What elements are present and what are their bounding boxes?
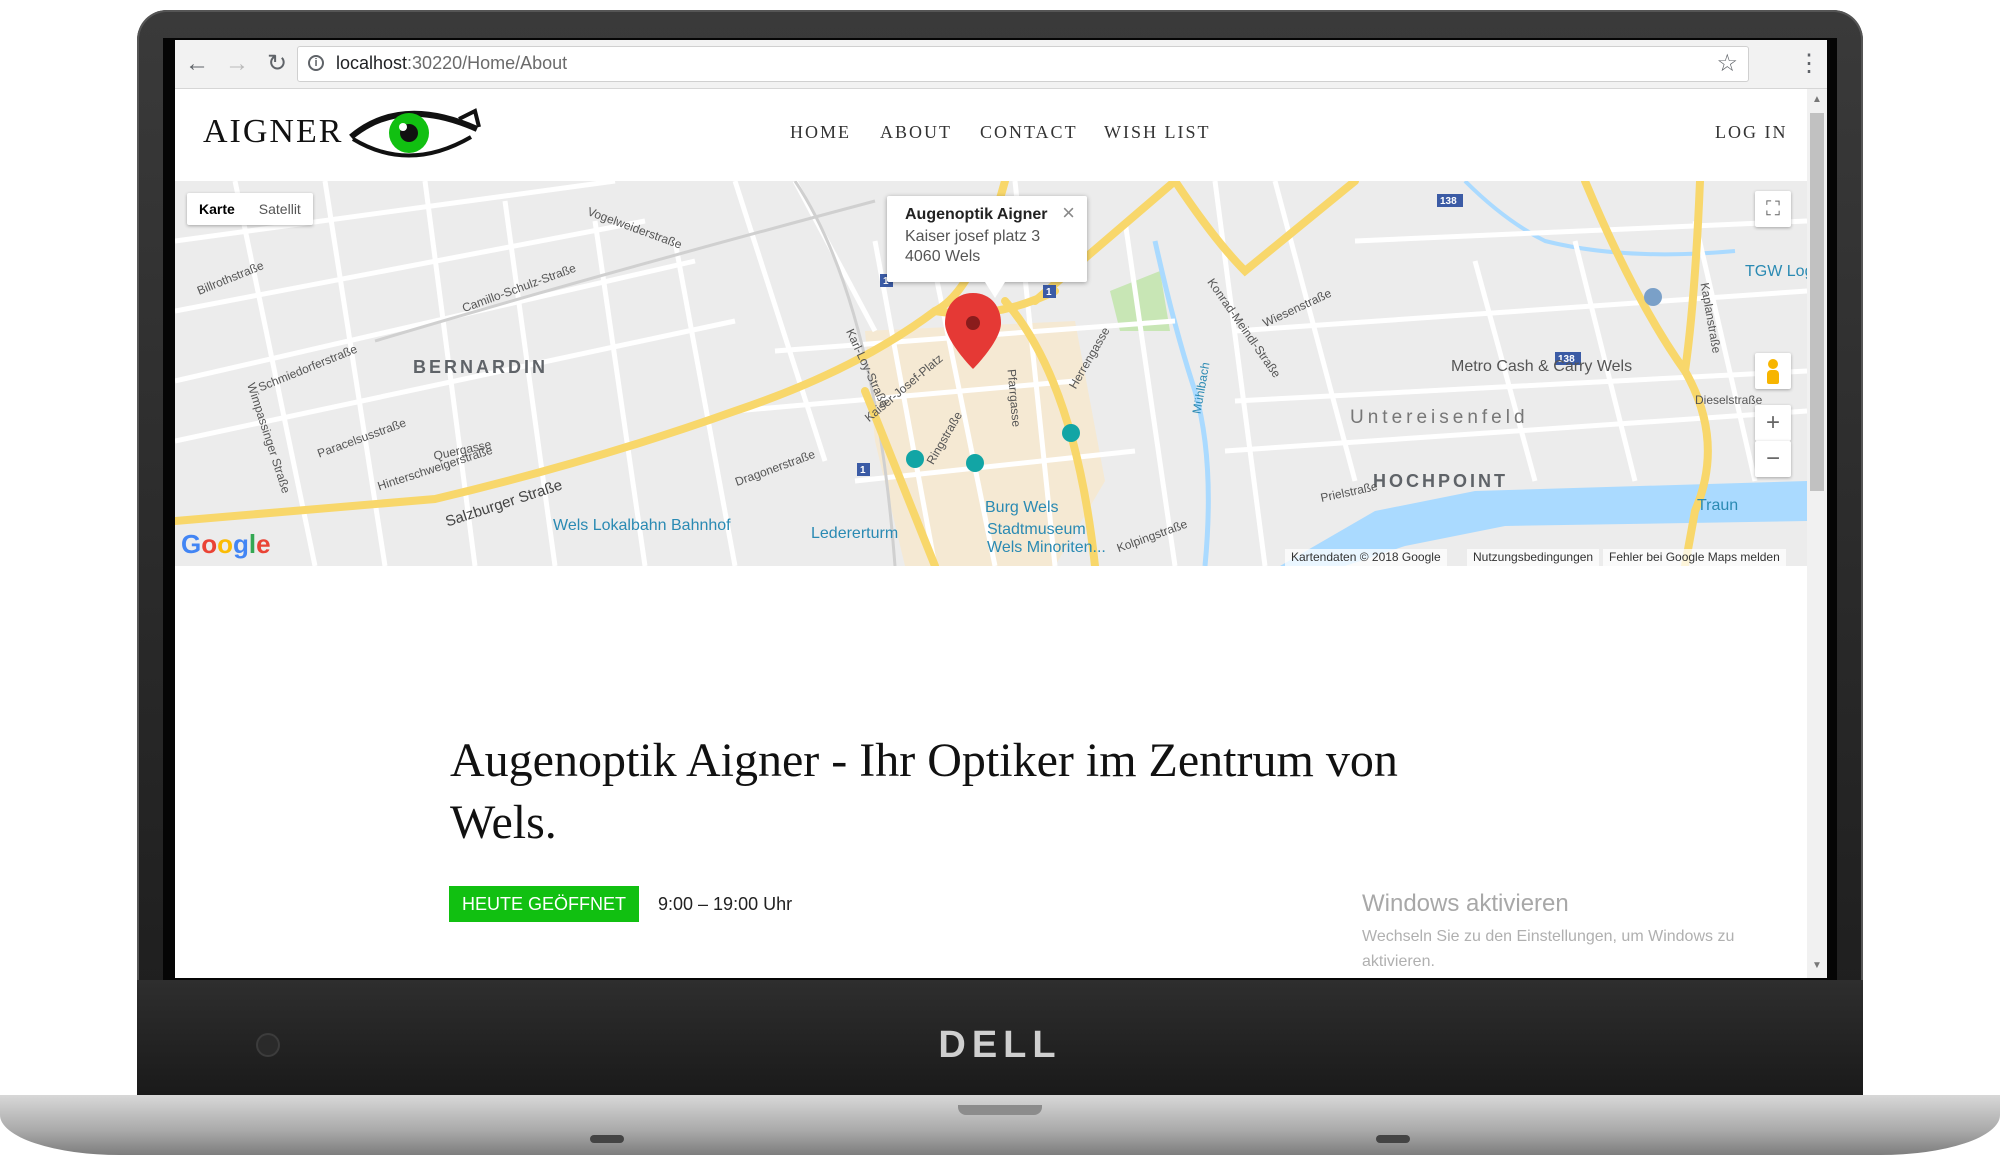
laptop-notch <box>958 1105 1042 1115</box>
logo-text[interactable]: AIGNER <box>203 113 343 151</box>
scroll-thumb[interactable] <box>1810 113 1824 491</box>
opening-hours: 9:00 – 19:00 Uhr <box>658 894 793 914</box>
zoom-out-button[interactable]: − <box>1755 441 1791 477</box>
google-map[interactable]: 1 1 1 138 138 Karte Satellit BERNARDIN U… <box>175 181 1807 566</box>
fullscreen-icon[interactable]: ⛶ <box>1755 191 1791 227</box>
scroll-up-icon[interactable]: ▲ <box>1810 93 1824 107</box>
poi-icon <box>1062 424 1080 442</box>
map-type-karte[interactable]: Karte <box>187 193 247 225</box>
bookmark-star-icon[interactable]: ☆ <box>1716 49 1738 78</box>
page-headline: Augenoptik Aigner - Ihr Optiker im Zentr… <box>450 734 1398 849</box>
windows-activation-subtitle: Wechseln Sie zu den Einstellungen, um Wi… <box>1362 928 1735 970</box>
map-type-control: Karte Satellit <box>187 193 313 225</box>
poi-icon <box>1644 288 1662 306</box>
reload-icon[interactable]: ↻ <box>259 46 295 82</box>
back-icon[interactable]: ← <box>179 46 215 82</box>
river-label: Traun <box>1697 497 1739 514</box>
road-badge: 1 <box>860 465 866 476</box>
poi-label[interactable]: Wels Lokalbahn Bahnhof <box>553 517 731 535</box>
zoom-in-button[interactable]: + <box>1755 405 1791 441</box>
poi-label[interactable]: TGW Logi <box>1745 263 1807 281</box>
district-label: Untereisenfeld <box>1350 407 1529 428</box>
map-attribution: Kartendaten © 2018 Google <box>1285 549 1447 566</box>
nav-about[interactable]: ABOUT <box>880 122 952 143</box>
terms-link[interactable]: Nutzungsbedingungen <box>1467 549 1600 566</box>
nav-wish-list[interactable]: WISH LIST <box>1104 122 1211 143</box>
login-link[interactable]: LOG IN <box>1715 122 1788 143</box>
poi-icon <box>966 454 984 472</box>
url-host: localhost <box>336 53 408 73</box>
url-path: :30220/Home/About <box>407 53 568 73</box>
district-label: HOCHPOINT <box>1373 471 1508 491</box>
laptop-foot <box>590 1135 624 1143</box>
scroll-down-icon[interactable]: ▼ <box>1810 959 1824 973</box>
webcam-icon <box>258 1035 278 1055</box>
poi-label[interactable]: Stadtmuseum <box>987 521 1086 539</box>
road-badge: 1 <box>1046 287 1052 298</box>
browser-window: ← → ↻ i localhost:30220/Home/About ☆ ⋮ A… <box>175 40 1827 978</box>
map-type-satellit[interactable]: Satellit <box>247 193 313 225</box>
close-icon[interactable]: × <box>1062 200 1075 226</box>
nav-home[interactable]: HOME <box>790 122 851 143</box>
poi-label[interactable]: Ledererturm <box>811 525 898 543</box>
nav-contact[interactable]: CONTACT <box>980 122 1078 143</box>
eye-logo-icon[interactable] <box>345 99 485 167</box>
poi-icon <box>906 450 924 468</box>
report-error-link[interactable]: Fehler bei Google Maps melden <box>1603 549 1786 566</box>
poi-label[interactable]: Wels Minoriten... <box>987 539 1106 557</box>
info-window-city: 4060 Wels <box>905 248 981 265</box>
forward-icon[interactable]: → <box>219 46 255 82</box>
browser-menu-icon[interactable]: ⋮ <box>1797 46 1821 82</box>
info-window-title: Augenoptik Aigner <box>905 206 1048 223</box>
windows-activation-title: Windows aktivieren <box>1362 890 1569 917</box>
laptop-foot <box>1376 1135 1410 1143</box>
address-bar[interactable]: i localhost:30220/Home/About ☆ <box>297 46 1749 82</box>
browser-toolbar: ← → ↻ i localhost:30220/Home/About ☆ ⋮ <box>175 40 1827 89</box>
poi-label[interactable]: Burg Wels <box>985 499 1059 517</box>
url-text[interactable]: localhost:30220/Home/About <box>336 53 567 74</box>
poi-label[interactable]: Metro Cash & Carry Wels <box>1451 358 1632 376</box>
page-scrollbar[interactable]: ▲ ▼ <box>1807 89 1827 978</box>
google-logo[interactable]: Google <box>181 529 271 560</box>
site-header: AIGNER HOME ABOUT CONTACT WISH LIST LOG … <box>175 89 1807 181</box>
district-label: BERNARDIN <box>413 357 548 377</box>
street-label: Dieselstraße <box>1695 393 1763 407</box>
road-badge: 138 <box>1440 196 1457 207</box>
open-status-badge: HEUTE GEÖFFNET <box>449 886 639 922</box>
info-icon[interactable]: i <box>308 55 324 71</box>
pegman-icon[interactable] <box>1755 353 1791 389</box>
map-info-window: Augenoptik Aigner Kaiser josef platz 3 4… <box>887 196 1087 298</box>
dell-logo: DELL <box>938 1024 1062 1066</box>
info-window-address: Kaiser josef platz 3 <box>905 228 1041 245</box>
laptop-base <box>0 1095 2000 1155</box>
